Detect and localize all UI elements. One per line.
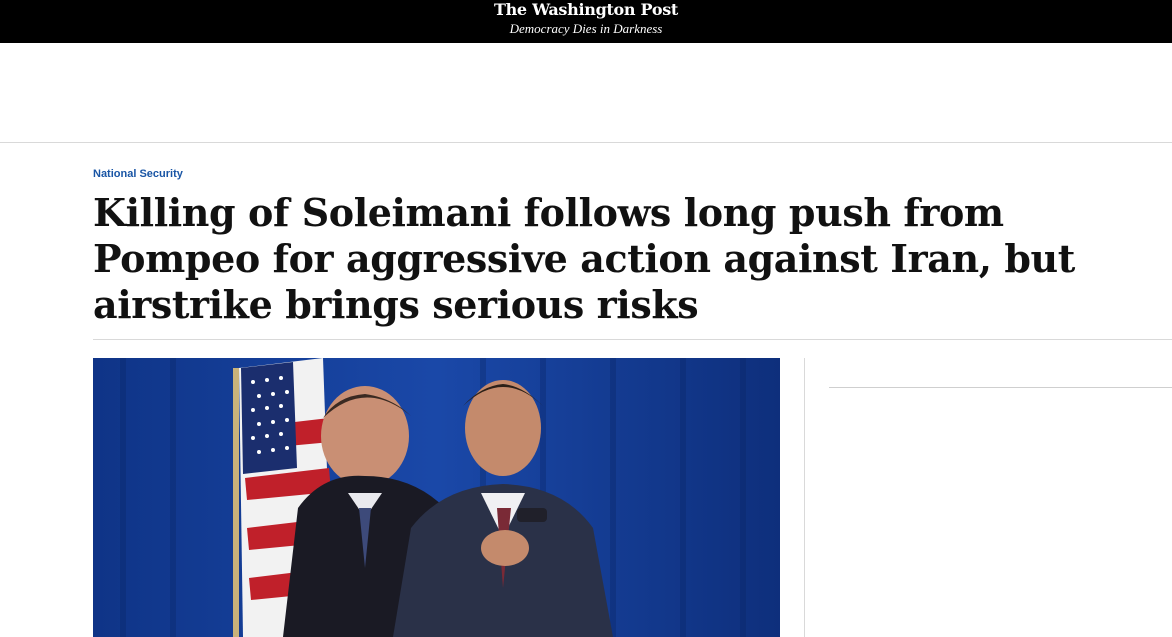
section-kicker-link[interactable]: National Security (93, 167, 183, 181)
lead-photo-illustration (93, 358, 780, 637)
masthead-tagline: Democracy Dies in Darkness (509, 21, 663, 36)
lead-photo[interactable] (93, 358, 780, 637)
column-divider (804, 358, 805, 637)
article-headline: Killing of Soleimani follows long push f… (93, 190, 1075, 327)
ad-banner-space (0, 43, 1172, 143)
right-rail-divider (829, 387, 1172, 388)
headline-divider (93, 339, 1172, 340)
masthead: The Washington Post Democracy Dies in Da… (0, 0, 1172, 43)
washington-post-logo[interactable]: The Washington Post (0, 0, 1172, 20)
